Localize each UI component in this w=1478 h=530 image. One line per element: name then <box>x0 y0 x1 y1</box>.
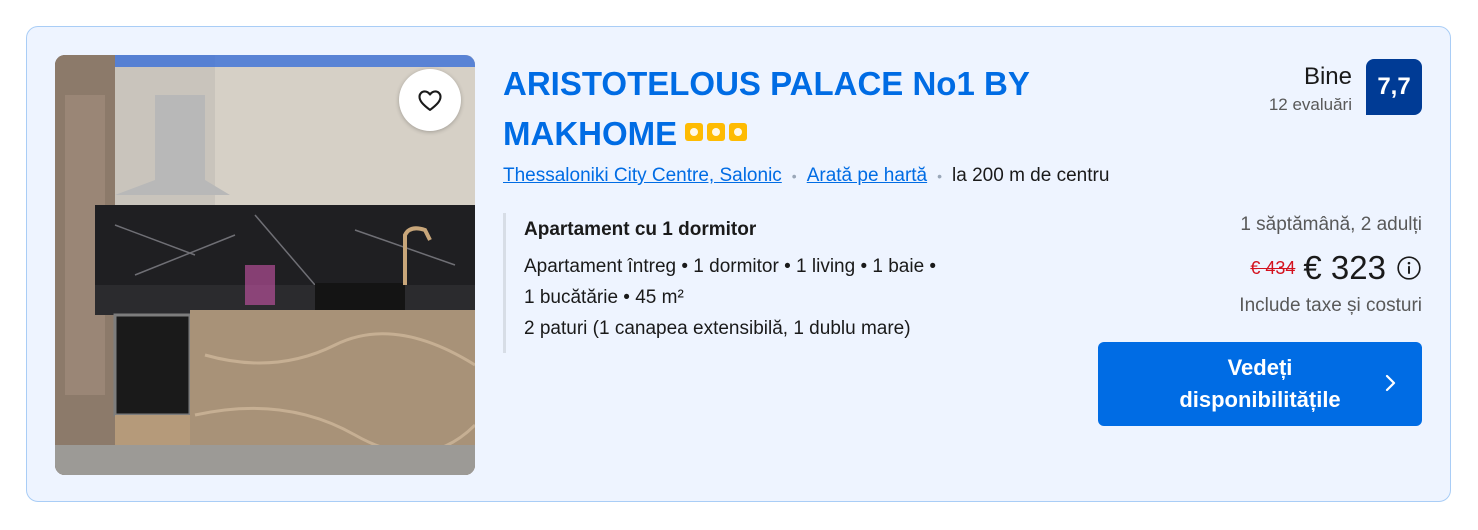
unit-description: Apartament întreg • 1 dormitor • 1 livin… <box>524 251 1004 344</box>
property-photo[interactable] <box>55 55 475 475</box>
chevron-right-icon <box>1385 374 1396 392</box>
rating-word: Bine <box>1303 63 1352 90</box>
heart-icon <box>418 90 442 111</box>
property-title[interactable]: ARISTOTELOUS PALACE No1 BY MAKHOME <box>503 59 1103 159</box>
unit-details: Apartament cu 1 dormitor Apartament într… <box>503 213 1023 353</box>
price-row: € 434 € 323 <box>1250 249 1422 287</box>
show-on-map-link[interactable]: Arată pe hartă <box>807 165 927 187</box>
current-price: € 323 <box>1303 249 1386 286</box>
star-icon <box>707 123 726 142</box>
separator-dot: • <box>937 168 943 184</box>
cta-label: Vedeți disponibilitățile <box>1179 355 1341 412</box>
location-link[interactable]: Thessaloniki City Centre, Salonic <box>503 165 782 187</box>
stay-info: 1 săptămână, 2 adulți <box>1240 214 1422 235</box>
info-icon[interactable] <box>1396 255 1422 281</box>
unit-name: Apartament cu 1 dormitor <box>524 219 757 240</box>
unit-description-line: Apartament întreg • 1 dormitor • 1 livin… <box>524 256 937 277</box>
review-count: 12 evaluări <box>1268 95 1352 114</box>
star-icon <box>685 123 704 142</box>
property-title-text[interactable]: ARISTOTELOUS PALACE No1 BY MAKHOME <box>503 65 1029 152</box>
unit-description-line: 1 bucătărie • 45 m² <box>524 287 684 308</box>
property-card: ARISTOTELOUS PALACE No1 BY MAKHOME Thess… <box>26 26 1451 502</box>
review-score-badge[interactable]: 7,7 <box>1366 59 1422 115</box>
star-icon <box>729 123 748 142</box>
review-summary[interactable]: Bine 12 evaluări <box>1269 63 1352 115</box>
location-line: Thessaloniki City Centre, Salonic • Arat… <box>503 165 1109 187</box>
separator-dot: • <box>791 168 797 184</box>
star-rating <box>685 123 748 142</box>
distance-text: la 200 m de centru <box>952 165 1110 186</box>
original-price: € 434 <box>1250 257 1296 278</box>
unit-beds: 2 paturi (1 canapea extensibilă, 1 dublu… <box>524 318 911 339</box>
favorite-button[interactable] <box>399 69 461 131</box>
see-availability-button[interactable]: Vedeți disponibilitățile <box>1098 342 1422 426</box>
tax-note: Include taxe și costuri <box>1239 295 1422 316</box>
